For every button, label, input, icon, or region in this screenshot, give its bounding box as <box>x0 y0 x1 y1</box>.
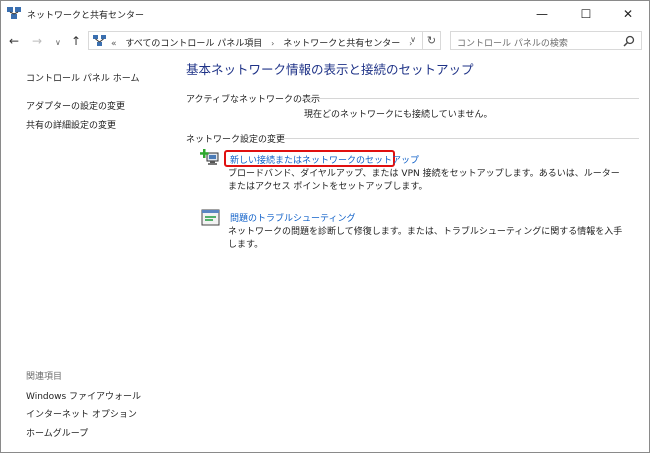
troubleshoot-icon <box>201 209 220 226</box>
network-settings-title: ネットワーク設定の変更 <box>186 135 286 145</box>
troubleshoot-description: ネットワークの問題を診断して修復します。または、トラブルシューティングに関する情… <box>228 227 623 250</box>
section-divider <box>301 98 639 99</box>
related-internet-options[interactable]: インターネット オプション <box>26 407 137 420</box>
search-placeholder: コントロール パネルの検索 <box>457 39 568 49</box>
close-button[interactable]: ✕ <box>609 1 647 27</box>
maximize-button[interactable]: ☐ <box>567 1 605 27</box>
active-networks-title: アクティブなネットワークの表示 <box>186 95 321 105</box>
up-arrow-icon[interactable]: ↑ <box>71 34 81 48</box>
window: ネットワークと共有センター — ☐ ✕ ← → ∨ ↑ « すべてのコントロール… <box>0 0 650 453</box>
section-divider <box>281 138 639 139</box>
breadcrumb: « すべてのコントロール パネル項目 › ネットワークと共有センター › <box>111 36 418 49</box>
breadcrumb-overflow[interactable]: « <box>111 39 117 49</box>
address-bar[interactable]: « すべてのコントロール パネル項目 › ネットワークと共有センター › ∨ <box>88 31 423 50</box>
new-connection-link[interactable]: 新しい接続またはネットワークのセットアップ <box>230 153 419 166</box>
search-input[interactable]: コントロール パネルの検索 <box>450 31 642 50</box>
related-homegroup[interactable]: ホームグループ <box>26 426 88 439</box>
recent-locations-chevron-icon[interactable]: ∨ <box>55 36 61 50</box>
network-center-icon <box>7 7 21 19</box>
related-items-title: 関連項目 <box>26 372 63 382</box>
forward-arrow-icon[interactable]: → <box>32 34 42 48</box>
breadcrumb-network-center[interactable]: ネットワークと共有センター <box>283 39 400 49</box>
related-windows-firewall[interactable]: Windows ファイアウォール <box>26 389 141 402</box>
new-connection-description: ブロードバンド、ダイヤルアップ、または VPN 接続をセットアップします。あるい… <box>228 169 620 192</box>
breadcrumb-separator-icon[interactable]: › <box>271 39 274 48</box>
sidebar-item-adapter-settings[interactable]: アダプターの設定の変更 <box>26 99 125 112</box>
active-network-status: 現在どのネットワークにも接続していません。 <box>304 110 493 120</box>
new-connection-icon <box>200 149 219 165</box>
refresh-button[interactable]: ↻ <box>423 31 441 50</box>
breadcrumb-all-items[interactable]: すべてのコントロール パネル項目 <box>125 39 262 49</box>
search-icon[interactable] <box>623 35 635 47</box>
title-bar: ネットワークと共有センター — ☐ ✕ <box>1 1 649 27</box>
sidebar-item-advanced-sharing[interactable]: 共有の詳細設定の変更 <box>26 118 116 131</box>
address-dropdown-icon[interactable]: ∨ <box>410 35 416 44</box>
back-arrow-icon[interactable]: ← <box>9 34 19 48</box>
sidebar-control-panel-home[interactable]: コントロール パネル ホーム <box>26 71 139 84</box>
troubleshoot-link[interactable]: 問題のトラブルシューティング <box>230 211 355 224</box>
minimize-button[interactable]: — <box>523 1 561 27</box>
window-title: ネットワークと共有センター <box>27 11 145 21</box>
control-panel-icon <box>93 35 106 46</box>
page-title: 基本ネットワーク情報の表示と接続のセットアップ <box>186 62 474 77</box>
